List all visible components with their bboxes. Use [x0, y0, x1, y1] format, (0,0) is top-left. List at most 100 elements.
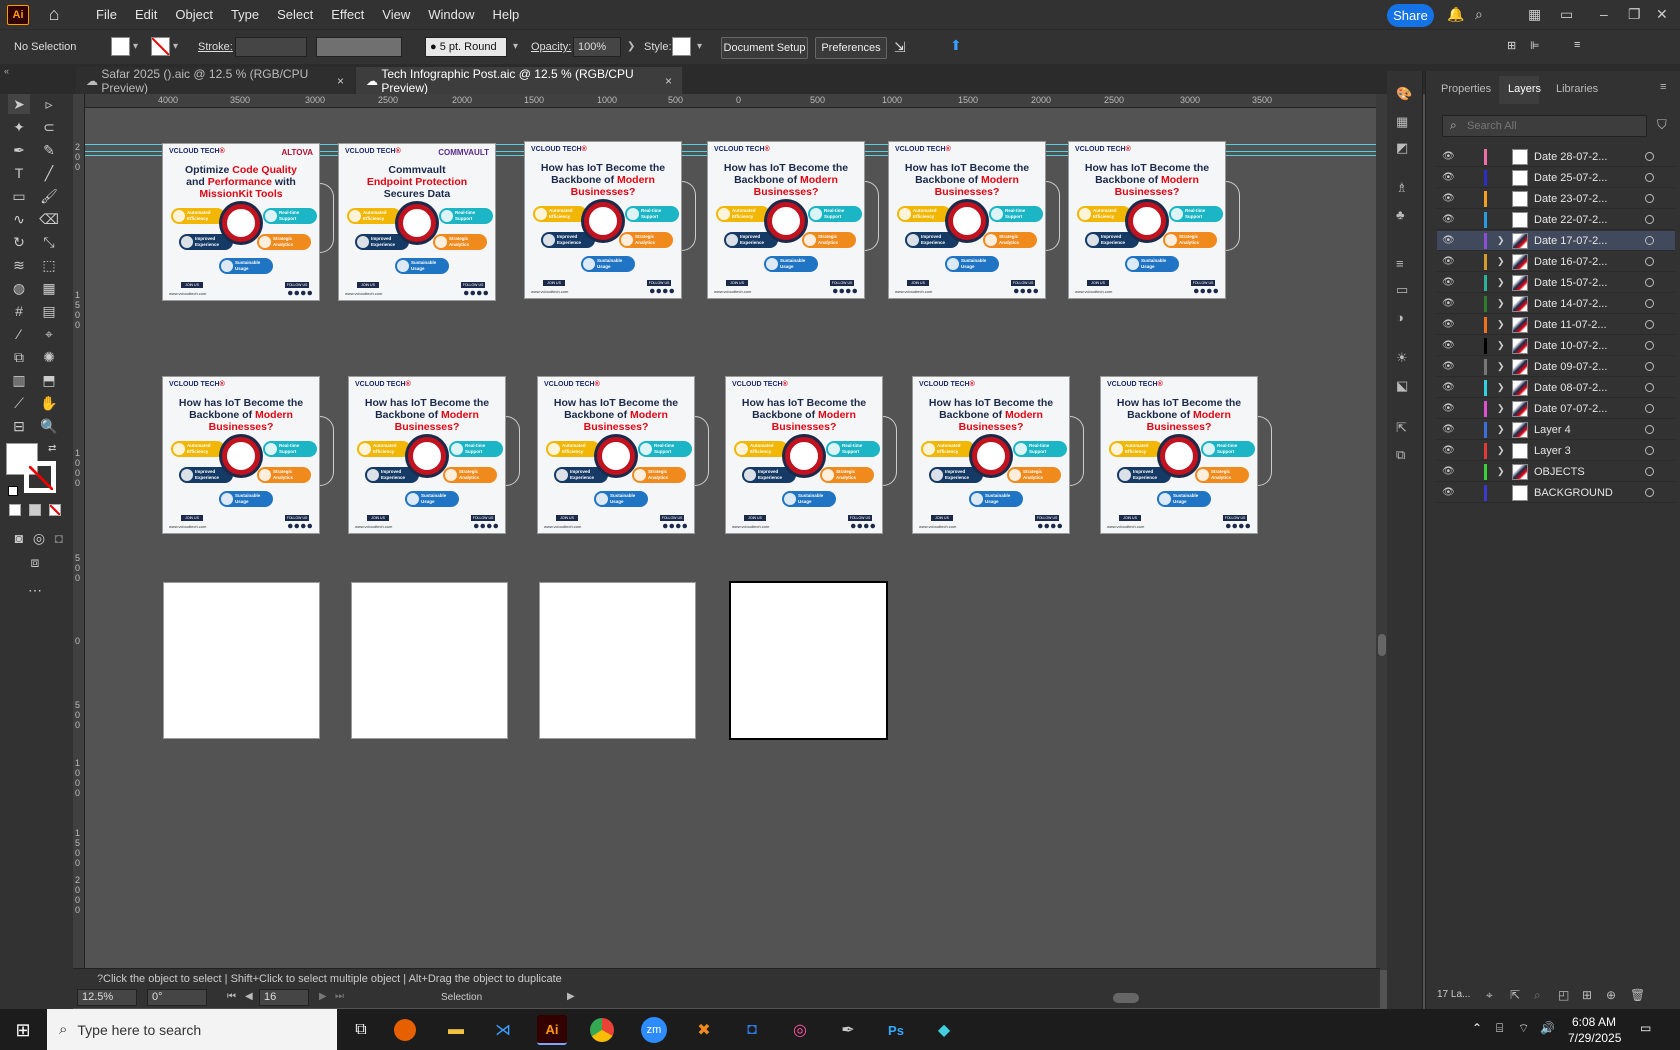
app-icon[interactable]: ◆ — [929, 1015, 959, 1045]
menu-view[interactable]: View — [373, 7, 419, 22]
chevron-down-icon[interactable]: ▾ — [133, 41, 138, 52]
file-explorer-icon[interactable]: ▬ — [441, 1015, 471, 1045]
eye-icon[interactable]: 👁 — [1442, 361, 1455, 372]
layer-row[interactable]: 👁 ❯ Layer 4 — [1437, 420, 1675, 440]
chevron-down-icon[interactable]: ▾ — [697, 41, 702, 52]
target-icon[interactable] — [1645, 278, 1654, 287]
windows-start-icon[interactable]: ⊞ — [8, 1015, 38, 1045]
expand-arrow-icon[interactable]: ❯ — [1497, 424, 1505, 435]
layer-row[interactable]: 👁 ❯ Date 16-07-2... — [1437, 252, 1675, 272]
eye-icon[interactable]: 👁 — [1442, 235, 1455, 246]
layer-row[interactable]: 👁 ❯ Date 07-07-2... — [1437, 399, 1675, 419]
eye-icon[interactable]: 👁 — [1442, 424, 1455, 435]
minimize-icon[interactable]: – — [1600, 6, 1608, 22]
target-icon[interactable] — [1645, 152, 1654, 161]
transform-icon[interactable]: ⇲ — [894, 39, 906, 56]
chevron-right-icon[interactable]: ❯ — [627, 41, 635, 52]
document-setup-button[interactable]: Document Setup — [721, 37, 808, 59]
gradient-panel-icon[interactable]: ▭ — [1396, 282, 1408, 298]
artboard-iot-post[interactable]: VCLOUD TECH® How has IoT Become the Backbo… — [524, 141, 682, 299]
collapse-panel-icon[interactable]: « — [4, 66, 9, 76]
chevron-down-icon[interactable]: ▾ — [173, 41, 178, 52]
scroll-thumb[interactable] — [1378, 634, 1386, 656]
network-icon[interactable]: ⌸ — [1496, 1021, 1503, 1036]
eye-icon[interactable]: 👁 — [1442, 277, 1455, 288]
appearance-icon[interactable]: ☀ — [1396, 350, 1408, 366]
menu-object[interactable]: Object — [166, 7, 222, 22]
eyedropper-tool-icon[interactable]: ⁄ — [8, 324, 30, 344]
expand-arrow-icon[interactable]: ❯ — [1497, 235, 1505, 246]
selection-tool-icon[interactable]: ➤ — [8, 94, 30, 114]
vscode-icon[interactable]: ⋊ — [488, 1015, 518, 1045]
expand-arrow-icon[interactable]: ❯ — [1497, 277, 1505, 288]
warp-tool-icon[interactable]: ≋ — [8, 255, 30, 275]
firefox-icon[interactable] — [394, 1019, 416, 1041]
eye-icon[interactable]: 👁 — [1442, 298, 1455, 309]
eye-icon[interactable]: 👁 — [1442, 403, 1455, 414]
target-icon[interactable] — [1645, 173, 1654, 182]
status-menu-icon[interactable]: ▶ — [567, 991, 575, 1002]
artboard-commvault-post[interactable]: VCLOUD TECH® COMMVAULT Commvault Endpoint P… — [338, 143, 496, 301]
target-icon[interactable] — [1645, 383, 1654, 392]
wifi-icon[interactable]: ⌔ — [1518, 1021, 1529, 1036]
stroke-label[interactable]: Stroke: — [198, 41, 233, 53]
pen-tool-icon[interactable]: ✒ — [8, 140, 30, 160]
prev-artboard-icon[interactable]: ◀ — [245, 991, 253, 1002]
image-trace-icon[interactable]: ▦ — [1396, 114, 1408, 130]
clipping-mask-icon[interactable]: ◰ — [1558, 988, 1569, 1002]
outlook-icon[interactable]: ◘ — [737, 1015, 767, 1045]
slice-tool-icon[interactable]: ⟋ — [8, 393, 30, 413]
tab-tech-infographic[interactable]: ☁ Tech Infographic Post.aic @ 12.5 % (RG… — [356, 67, 682, 95]
menu-file[interactable]: File — [87, 7, 126, 22]
expand-arrow-icon[interactable]: ❯ — [1497, 319, 1505, 330]
target-icon[interactable] — [1645, 194, 1654, 203]
artboard-iot-post[interactable]: VCLOUD TECH® How has IoT Become the Backbo… — [725, 376, 883, 534]
zoom-field[interactable]: 12.5% — [77, 989, 137, 1006]
default-colors-icon[interactable] — [8, 486, 18, 496]
tab-safar[interactable]: ☁ Safar 2025 ().aic @ 12.5 % (RGB/CPU Pr… — [76, 67, 354, 95]
magic-wand-tool-icon[interactable]: ✦ — [8, 117, 30, 137]
close-icon[interactable]: ✕ — [1656, 6, 1668, 23]
eye-icon[interactable]: 👁 — [1442, 382, 1455, 393]
panel-menu-icon[interactable]: ≡ — [1574, 39, 1580, 51]
first-artboard-icon[interactable]: ⏮ — [227, 991, 236, 1002]
graph-tool-icon[interactable]: ▥ — [8, 370, 30, 390]
stroke-swatch[interactable] — [151, 37, 170, 56]
free-transform-tool-icon[interactable]: ⬚ — [38, 255, 60, 275]
layer-row[interactable]: 👁 ❯ Date 11-07-2... — [1437, 315, 1675, 335]
chrome-icon[interactable] — [590, 1018, 614, 1042]
eye-icon[interactable]: 👁 — [1442, 193, 1455, 204]
eye-icon[interactable]: 👁 — [1442, 151, 1455, 162]
artboards-panel-icon[interactable]: ⧉ — [1396, 447, 1405, 463]
layer-row[interactable]: 👁 ❯ Date 10-07-2... — [1437, 336, 1675, 356]
color-guide-icon[interactable]: 🎨 — [1396, 86, 1412, 102]
brushes-icon[interactable]: ♗ — [1396, 180, 1408, 196]
target-icon[interactable] — [1645, 362, 1654, 371]
layers-search-input[interactable]: Search All — [1442, 115, 1647, 137]
expand-arrow-icon[interactable]: ❯ — [1497, 361, 1505, 372]
menu-type[interactable]: Type — [222, 7, 268, 22]
artboard-iot-post[interactable]: VCLOUD TECH® How has IoT Become the Backbo… — [537, 376, 695, 534]
align-icon[interactable]: ⊫ — [1530, 39, 1540, 52]
target-icon[interactable] — [1645, 215, 1654, 224]
opacity-field[interactable]: 100% — [573, 37, 621, 57]
rotate-field[interactable]: 0° — [147, 989, 207, 1006]
menu-edit[interactable]: Edit — [126, 7, 166, 22]
rotate-tool-icon[interactable]: ↻ — [8, 232, 30, 252]
type-tool-icon[interactable]: T — [8, 163, 30, 183]
layer-row[interactable]: 👁 ❯ Date 17-07-2... — [1437, 231, 1675, 251]
canvas[interactable]: VCLOUD TECH® ALTOVA Optimize Code Quality a… — [85, 108, 1380, 970]
layer-row[interactable]: 👁 ❯ OBJECTS — [1437, 462, 1675, 482]
eye-icon[interactable]: 👁 — [1442, 445, 1455, 456]
export-layer-icon[interactable]: ⇱ — [1510, 988, 1520, 1002]
target-icon[interactable] — [1645, 320, 1654, 329]
layer-row[interactable]: 👁 ❯ Layer 3 — [1437, 441, 1675, 461]
shaper-tool-icon[interactable]: ∿ — [8, 209, 30, 229]
eye-icon[interactable]: 👁 — [1442, 466, 1455, 477]
delete-layer-icon[interactable]: 🗑 — [1630, 988, 1645, 1002]
eye-icon[interactable]: 👁 — [1442, 256, 1455, 267]
artboard-altova-post[interactable]: VCLOUD TECH® ALTOVA Optimize Code Quality a… — [162, 143, 320, 301]
eye-icon[interactable]: 👁 — [1442, 319, 1455, 330]
stroke-weight-field[interactable] — [235, 37, 307, 57]
symbols-icon[interactable]: ♣ — [1396, 207, 1405, 222]
